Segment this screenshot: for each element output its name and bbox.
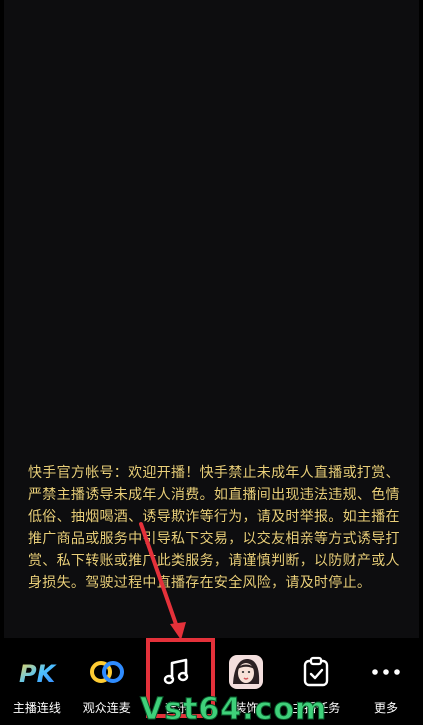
toolbar-label: 主播任务: [292, 701, 341, 715]
toolbar-item-anchor-task[interactable]: 主播任务: [287, 638, 345, 716]
toolbar-item-anchor-pk[interactable]: PK 主播连线: [8, 638, 66, 716]
pk-icon: PK: [17, 652, 57, 692]
toolbar-item-more[interactable]: 更多: [357, 638, 415, 716]
toolbar-label: 观众连麦: [82, 701, 131, 715]
beauty-avatar-icon: [226, 652, 266, 692]
official-notice-text: 快手官方帐号：欢迎开播！快手禁止未成年人直播或打赏、严禁主播诱导未成年人消费。如…: [28, 465, 400, 591]
toolbar-label: 更多: [374, 701, 399, 715]
more-dots-icon: [366, 652, 406, 692]
toolbar-item-decoration[interactable]: 装饰: [217, 638, 275, 716]
link-rings-icon: [87, 652, 127, 692]
annotation-highlight-box: [146, 638, 215, 718]
svg-text:PK: PK: [19, 660, 57, 687]
toolbar-label: 装饰: [234, 701, 259, 715]
frame-edge-right: [419, 0, 423, 725]
task-clipboard-icon: [296, 652, 336, 692]
toolbar-label: 主播连线: [12, 701, 61, 715]
annotation-arrow: [139, 522, 186, 640]
toolbar-item-audience-link[interactable]: 观众连麦: [78, 638, 136, 716]
frame-edge-left: [0, 0, 4, 725]
live-screen: 快手官方帐号：欢迎开播！快手禁止未成年人直播或打赏、严禁主播诱导未成年人消费。如…: [0, 0, 423, 725]
